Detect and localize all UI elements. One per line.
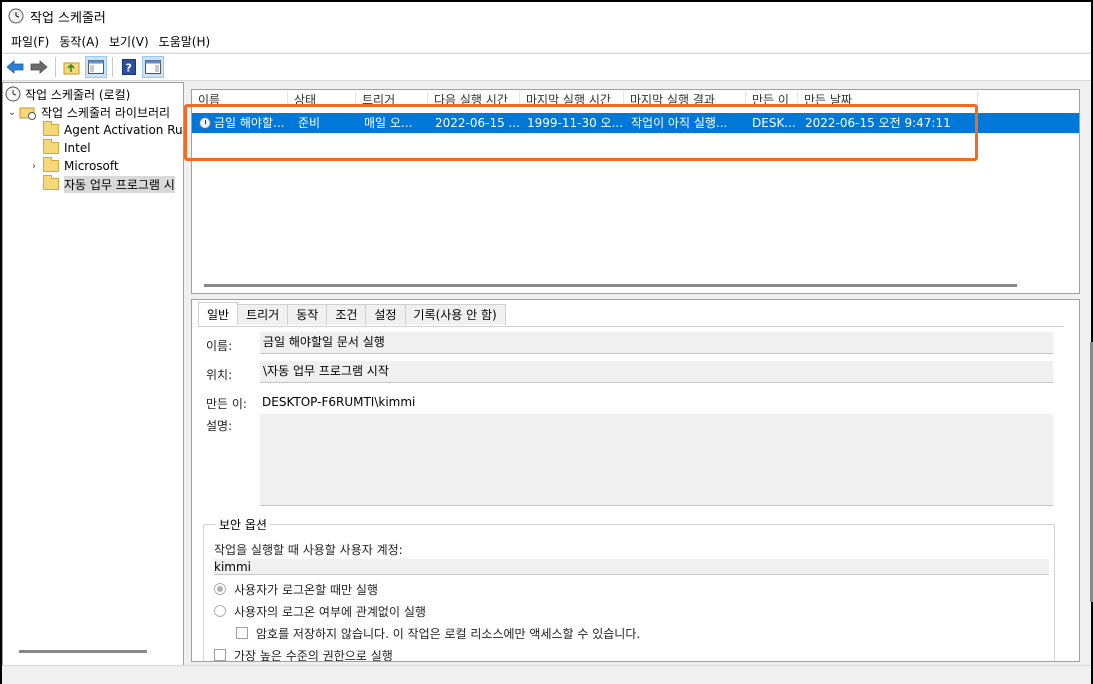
option-no-password-label: 암호를 저장하지 않습니다. 이 작업은 로컬 리소스에만 액세스할 수 있습니… bbox=[256, 627, 641, 641]
tab-history[interactable]: 기록(사용 안 함) bbox=[404, 304, 506, 325]
forward-button[interactable] bbox=[28, 56, 50, 78]
tree-item-root[interactable]: 작업 스케줄러 (로컬) bbox=[5, 85, 130, 103]
chevron-right-icon[interactable]: › bbox=[27, 161, 41, 172]
chevron-down-icon[interactable]: ⌄ bbox=[5, 107, 19, 118]
radio-logged-on-only[interactable] bbox=[214, 583, 226, 595]
tree-label: 작업 스케줄러 (로컬) bbox=[25, 87, 131, 102]
help-button[interactable]: ? bbox=[118, 56, 140, 78]
description-label: 설명: bbox=[206, 419, 233, 433]
status-bar bbox=[2, 665, 1091, 684]
account-label: 작업을 실행할 때 사용할 사용자 계정: bbox=[214, 543, 403, 557]
tree-item-auto-program[interactable]: 자동 업무 프로그램 시 bbox=[43, 175, 175, 193]
task-scheduler-window: 작업 스케줄러 파일(F) 동작(A) 보기(V) 도움말(H) ? 작업 스케… bbox=[0, 0, 1093, 684]
option-logged-on-label: 사용자가 로그온할 때만 실행 bbox=[234, 583, 378, 597]
checkbox-no-password[interactable] bbox=[236, 627, 248, 639]
menu-action[interactable]: 동작(A) bbox=[54, 33, 104, 50]
up-folder-button[interactable] bbox=[61, 56, 83, 78]
author-value: DESKTOP-F6RUMTI\kimmi bbox=[262, 395, 416, 409]
tree-item-agent-activation[interactable]: Agent Activation Runt bbox=[43, 121, 184, 139]
tree-label: Agent Activation Runt bbox=[64, 123, 184, 137]
tab-settings[interactable]: 설정 bbox=[365, 304, 406, 325]
general-tab-body: 이름: 금일 해야할일 문서 실행 위치: \자동 업무 프로그램 시작 만든 … bbox=[198, 326, 1064, 662]
tab-triggers[interactable]: 트리거 bbox=[237, 304, 289, 325]
account-field[interactable]: kimmi bbox=[214, 559, 1049, 575]
highlight-box bbox=[184, 104, 978, 161]
menu-help[interactable]: 도움말(H) bbox=[154, 33, 216, 50]
security-options-group: 보안 옵션 작업을 실행할 때 사용할 사용자 계정: kimmi 사용자가 로… bbox=[203, 516, 1055, 662]
menu-bar: 파일(F) 동작(A) 보기(V) 도움말(H) bbox=[2, 30, 1091, 52]
tree-label: Microsoft bbox=[64, 159, 119, 173]
show-hide-console-tree-button[interactable] bbox=[85, 56, 107, 78]
tab-general[interactable]: 일반 bbox=[198, 302, 239, 325]
forward-arrow-icon bbox=[30, 60, 48, 74]
details-panel: 일반 트리거 동작 조건 설정 기록(사용 안 함) 이름: 금일 해야할일 문… bbox=[191, 299, 1080, 662]
tab-strip: 일반 트리거 동작 조건 설정 기록(사용 안 함) bbox=[198, 302, 506, 326]
help-icon: ? bbox=[122, 59, 136, 75]
folder-icon bbox=[43, 157, 59, 172]
location-field[interactable]: \자동 업무 프로그램 시작 bbox=[260, 361, 1053, 383]
menu-view[interactable]: 보기(V) bbox=[104, 33, 154, 50]
tree-label: Intel bbox=[64, 141, 91, 155]
option-highest-label: 가장 높은 수준의 권한으로 실행 bbox=[234, 649, 393, 662]
tree-label: 작업 스케줄러 라이브러리 bbox=[41, 105, 171, 120]
tree-item-library[interactable]: ⌄ 작업 스케줄러 라이브러리 bbox=[5, 103, 170, 121]
tree-label: 자동 업무 프로그램 시 bbox=[64, 175, 175, 193]
security-options-title: 보안 옵션 bbox=[216, 516, 270, 533]
toolbar: ? bbox=[2, 53, 1091, 81]
author-label: 만든 이: bbox=[206, 397, 247, 411]
window-title: 작업 스케줄러 bbox=[30, 10, 106, 26]
checkbox-highest-privileges[interactable] bbox=[214, 649, 226, 661]
name-field[interactable]: 금일 해야할일 문서 실행 bbox=[260, 332, 1053, 354]
tree-item-intel[interactable]: Intel bbox=[43, 139, 91, 157]
tree-item-microsoft[interactable]: › Microsoft bbox=[27, 157, 119, 175]
console-tree: 작업 스케줄러 (로컬) ⌄ 작업 스케줄러 라이브러리 Agent Activ… bbox=[2, 82, 184, 666]
toolbar-separator bbox=[112, 57, 113, 77]
console-tree-icon bbox=[88, 60, 104, 74]
action-pane-icon bbox=[145, 60, 161, 74]
horizontal-scrollbar[interactable] bbox=[19, 650, 147, 653]
tab-actions[interactable]: 동작 bbox=[287, 304, 328, 325]
title-bar: 작업 스케줄러 bbox=[2, 2, 1091, 30]
show-hide-action-pane-button[interactable] bbox=[142, 56, 164, 78]
folder-icon bbox=[43, 121, 59, 136]
location-label: 위치: bbox=[206, 368, 233, 382]
toolbar-separator bbox=[55, 57, 56, 77]
folder-icon bbox=[43, 175, 59, 190]
horizontal-scrollbar[interactable] bbox=[204, 284, 1017, 287]
description-field[interactable] bbox=[260, 414, 1053, 506]
option-whether-label: 사용자의 로그온 여부에 관계없이 실행 bbox=[234, 605, 426, 619]
folder-up-icon bbox=[63, 62, 80, 75]
clock-icon bbox=[8, 8, 24, 24]
radio-whether-logged-on[interactable] bbox=[214, 605, 226, 617]
menu-file[interactable]: 파일(F) bbox=[6, 33, 54, 50]
library-folder-icon bbox=[19, 107, 36, 120]
clock-icon bbox=[5, 86, 21, 102]
tab-conditions[interactable]: 조건 bbox=[326, 304, 367, 325]
folder-icon bbox=[43, 139, 59, 154]
back-button[interactable] bbox=[4, 56, 26, 78]
svg-text:?: ? bbox=[126, 62, 132, 75]
name-label: 이름: bbox=[206, 339, 233, 353]
back-arrow-icon bbox=[6, 60, 24, 74]
